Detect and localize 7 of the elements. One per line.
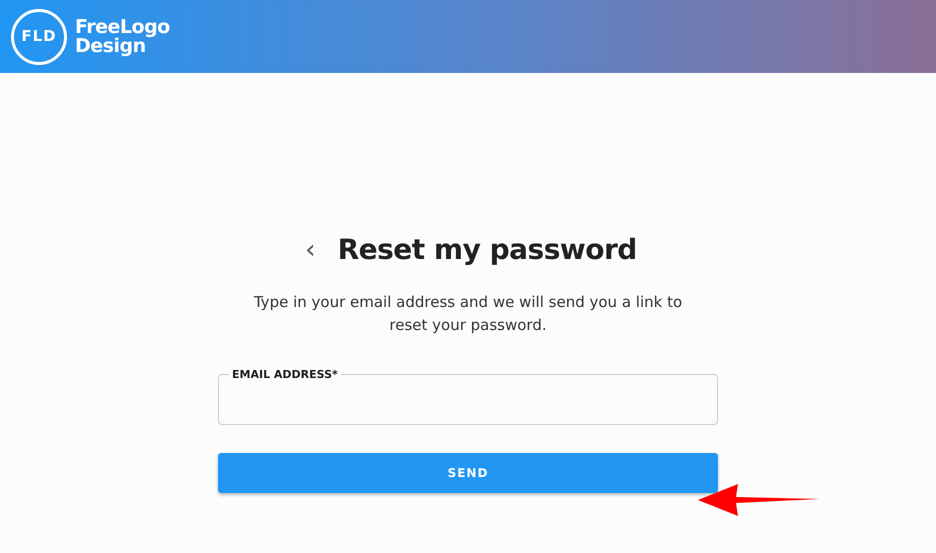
page-title: Reset my password — [338, 233, 637, 267]
logo-badge: FLD — [11, 8, 67, 64]
description-text: Type in your email address and we will send you a link to reset your password. — [252, 292, 684, 336]
email-field[interactable]: EMAIL ADDRESS* — [218, 368, 718, 425]
logo-text: Design — [75, 36, 146, 56]
logo-text: FreeLogo — [75, 18, 170, 36]
back-button[interactable]: ‹ — [299, 236, 322, 263]
